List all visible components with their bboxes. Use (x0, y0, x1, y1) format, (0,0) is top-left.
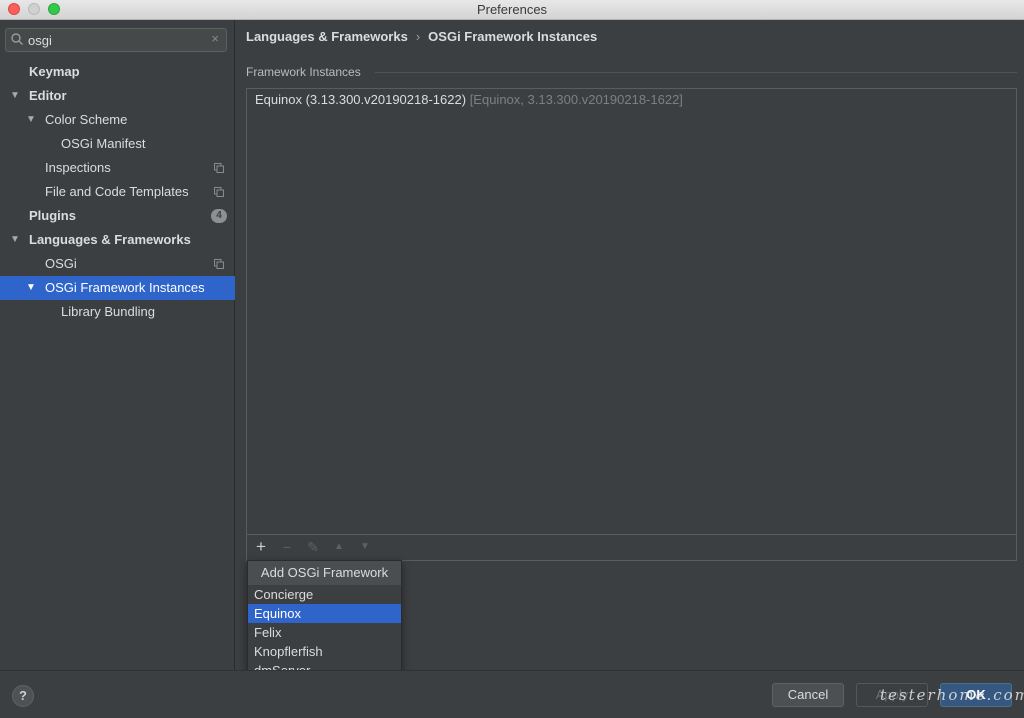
sidebar-item-label: OSGi (45, 256, 77, 271)
breadcrumb: Languages & Frameworks › OSGi Framework In… (246, 29, 597, 44)
settings-sidebar: osgi × Keymap ▼ Editor ▼ Color Scheme OS… (0, 20, 235, 670)
sidebar-item-keymap[interactable]: Keymap (0, 60, 235, 84)
popup-title: Add OSGi Framework (248, 561, 401, 585)
instance-detail: [Equinox, 3.13.300.v20190218-1622] (469, 92, 683, 107)
sidebar-item-label: Inspections (45, 160, 111, 175)
sidebar-item-label: Editor (29, 88, 67, 103)
popup-item-knopflerfish[interactable]: Knopflerfish (248, 642, 401, 661)
list-toolbar: + − ✎ ▲ ▼ (246, 535, 1017, 561)
sidebar-item-label: File and Code Templates (45, 184, 189, 199)
sidebar-item-editor[interactable]: ▼ Editor (0, 84, 235, 108)
expand-arrow-icon[interactable]: ▼ (10, 228, 20, 252)
project-scope-icon (214, 259, 224, 269)
sidebar-item-osgi-manifest[interactable]: OSGi Manifest (0, 132, 235, 156)
expand-arrow-icon[interactable]: ▼ (26, 276, 36, 300)
sidebar-item-color-scheme[interactable]: ▼ Color Scheme (0, 108, 235, 132)
search-input[interactable]: osgi (28, 33, 52, 48)
project-scope-icon (214, 163, 224, 173)
sidebar-item-label: OSGi Framework Instances (45, 280, 205, 295)
help-button[interactable]: ? (12, 685, 34, 707)
add-icon[interactable]: + (252, 538, 270, 555)
plugins-count-badge: 4 (211, 209, 227, 223)
sidebar-item-languages-frameworks[interactable]: ▼ Languages & Frameworks (0, 228, 235, 252)
popup-item-label: Equinox (254, 606, 301, 621)
project-scope-icon (214, 187, 224, 197)
popup-item-felix[interactable]: Felix (248, 623, 401, 642)
clear-search-icon[interactable]: × (211, 31, 219, 46)
search-icon (11, 33, 23, 45)
popup-item-concierge[interactable]: Concierge (248, 585, 401, 604)
breadcrumb-parent[interactable]: Languages & Frameworks (246, 29, 408, 44)
sidebar-item-plugins[interactable]: Plugins 4 (0, 204, 235, 228)
watermark: testerhome.com (880, 686, 1024, 704)
add-framework-popup: Add OSGi Framework Concierge Equinox Fel… (247, 560, 402, 682)
popup-item-label: Knopflerfish (254, 644, 323, 659)
breadcrumb-current: OSGi Framework Instances (428, 29, 598, 44)
expand-arrow-icon[interactable]: ▼ (26, 108, 36, 132)
sidebar-item-label: OSGi Manifest (61, 136, 146, 151)
dialog-button-bar: ? Cancel Apply OK (0, 670, 1024, 718)
expand-arrow-icon[interactable]: ▼ (10, 84, 20, 108)
edit-icon[interactable]: ✎ (304, 539, 322, 555)
sidebar-item-file-and-code-templates[interactable]: File and Code Templates (0, 180, 235, 204)
list-item[interactable]: Equinox (3.13.300.v20190218-1622) [Equin… (255, 92, 683, 107)
breadcrumb-separator-icon: › (415, 29, 421, 44)
sidebar-item-label: Color Scheme (45, 112, 128, 127)
sidebar-item-osgi-framework-instances[interactable]: ▼ OSGi Framework Instances (0, 276, 235, 300)
section-title: Framework Instances (246, 65, 361, 79)
sidebar-item-label: Library Bundling (61, 304, 155, 319)
window-title: Preferences (476, 2, 548, 17)
sidebar-item-osgi[interactable]: OSGi (0, 252, 235, 276)
framework-instances-list[interactable]: Equinox (3.13.300.v20190218-1622) [Equin… (246, 88, 1017, 535)
sidebar-item-label: Languages & Frameworks (29, 232, 191, 247)
instance-name: Equinox (3.13.300.v20190218-1622) (255, 92, 467, 107)
sidebar-item-inspections[interactable]: Inspections (0, 156, 235, 180)
move-up-icon[interactable]: ▲ (330, 539, 348, 555)
section-divider (375, 72, 1017, 73)
sidebar-item-label: Plugins (29, 208, 76, 223)
title-bar: Preferences (0, 0, 1024, 20)
popup-item-label: Felix (254, 625, 282, 640)
move-down-icon[interactable]: ▼ (356, 539, 374, 555)
popup-item-equinox[interactable]: Equinox (248, 604, 401, 623)
search-field[interactable]: osgi × (5, 28, 227, 52)
popup-item-label: Concierge (254, 587, 314, 602)
sidebar-item-label: Keymap (29, 64, 80, 79)
sidebar-item-library-bundling[interactable]: Library Bundling (0, 300, 235, 324)
remove-icon[interactable]: − (278, 539, 296, 555)
cancel-button[interactable]: Cancel (772, 683, 844, 707)
